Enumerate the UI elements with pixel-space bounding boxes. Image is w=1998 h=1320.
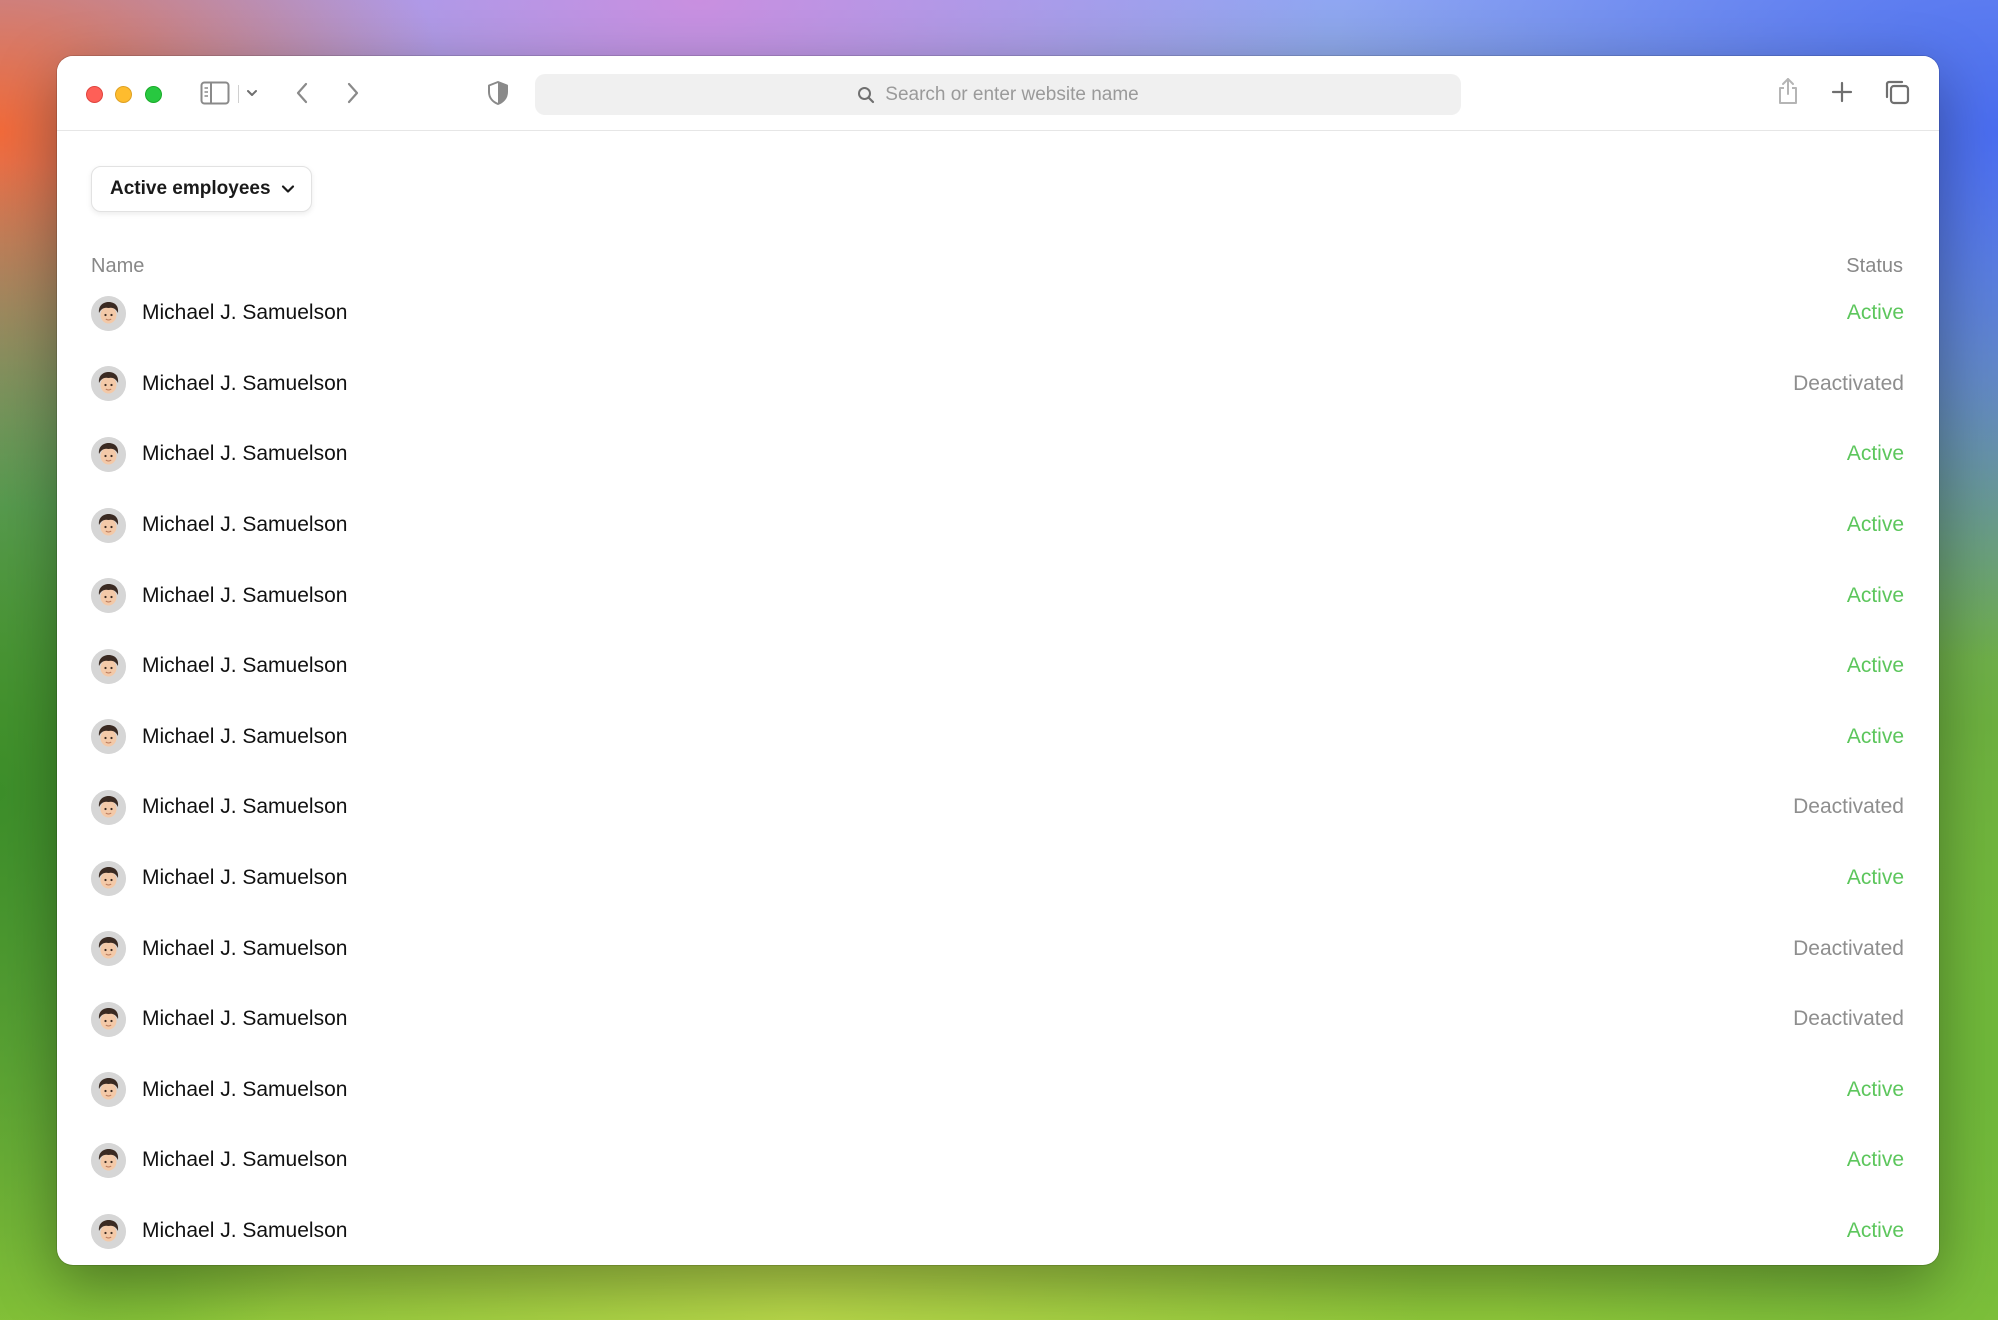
filter-label: Active employees: [110, 178, 271, 199]
avatar: [91, 366, 126, 402]
status-label: Deactivated: [1793, 371, 1904, 395]
avatar: [91, 295, 126, 331]
avatar: [91, 1213, 126, 1249]
tab-overview-button[interactable]: [1883, 78, 1911, 106]
tab-group-menu-button[interactable]: [246, 88, 258, 98]
forward-button[interactable]: [344, 81, 362, 105]
sidebar-toggle-button[interactable]: [200, 81, 230, 105]
chevron-left-icon: [293, 81, 311, 105]
minimize-window-button[interactable]: [115, 86, 132, 103]
employee-name: Michael J. Samuelson: [142, 866, 348, 890]
table-row[interactable]: Michael J. Samuelson Deactivated: [57, 913, 1939, 984]
table-row[interactable]: Michael J. Samuelson Active: [57, 490, 1939, 561]
status-label: Active: [1846, 1219, 1904, 1243]
table-row[interactable]: Michael J. Samuelson Active: [57, 702, 1939, 773]
status-label: Deactivated: [1793, 795, 1904, 819]
avatar: [91, 1072, 126, 1108]
employee-name: Michael J. Samuelson: [142, 654, 348, 678]
employee-name: Michael J. Samuelson: [142, 1219, 348, 1243]
status-label: Active: [1846, 1077, 1904, 1101]
browser-window: Search or enter website name Active empl…: [57, 56, 1939, 1265]
table-row[interactable]: Michael J. Samuelson Deactivated: [57, 984, 1939, 1055]
employee-name: Michael J. Samuelson: [142, 513, 348, 537]
status-label: Active: [1846, 513, 1904, 537]
avatar: [91, 1142, 126, 1178]
avatar: [91, 719, 126, 755]
table-row[interactable]: Michael J. Samuelson Deactivated: [57, 772, 1939, 843]
employee-name: Michael J. Samuelson: [142, 936, 348, 960]
avatar: [91, 1001, 126, 1037]
browser-toolbar: Search or enter website name: [57, 56, 1939, 131]
status-label: Active: [1846, 1148, 1904, 1172]
table-row[interactable]: Michael J. Samuelson Active: [57, 1055, 1939, 1126]
employee-name: Michael J. Samuelson: [142, 1007, 348, 1031]
employee-list: Michael J. Samuelson Active Michael J. Sam…: [57, 278, 1939, 1265]
share-icon: [1776, 76, 1800, 106]
close-window-button[interactable]: [86, 86, 103, 103]
address-bar[interactable]: Search or enter website name: [535, 74, 1461, 115]
table-row[interactable]: Michael J. Samuelson Active: [57, 843, 1939, 914]
table-row[interactable]: Michael J. Samuelson Active: [57, 631, 1939, 702]
status-label: Deactivated: [1793, 936, 1904, 960]
tabs-icon: [1883, 78, 1911, 106]
employee-name: Michael J. Samuelson: [142, 371, 348, 395]
table-row[interactable]: Michael J. Samuelson Active: [57, 1125, 1939, 1196]
toolbar-divider: [238, 85, 239, 103]
back-button[interactable]: [293, 81, 311, 105]
status-label: Active: [1846, 724, 1904, 748]
zoom-window-button[interactable]: [145, 86, 162, 103]
avatar: [91, 578, 126, 614]
status-label: Deactivated: [1793, 1007, 1904, 1031]
employee-name: Michael J. Samuelson: [142, 442, 348, 466]
search-icon: [857, 86, 875, 104]
table-row[interactable]: Michael J. Samuelson Active: [57, 1196, 1939, 1265]
table-row[interactable]: Michael J. Samuelson Active: [57, 278, 1939, 349]
employee-name: Michael J. Samuelson: [142, 795, 348, 819]
employee-name: Michael J. Samuelson: [142, 301, 348, 325]
avatar: [91, 648, 126, 684]
employee-name: Michael J. Samuelson: [142, 1077, 348, 1101]
chevron-down-icon: [281, 184, 295, 194]
avatar: [91, 436, 126, 472]
chevron-right-icon: [344, 81, 362, 105]
column-header-status[interactable]: Status: [1846, 255, 1903, 278]
page-content: Active employees Name Status Michael J. …: [57, 131, 1939, 1265]
employee-name: Michael J. Samuelson: [142, 724, 348, 748]
share-button[interactable]: [1776, 76, 1800, 106]
address-placeholder: Search or enter website name: [885, 83, 1139, 105]
avatar: [91, 789, 126, 825]
status-label: Active: [1846, 583, 1904, 607]
status-label: Active: [1846, 301, 1904, 325]
employee-name: Michael J. Samuelson: [142, 1148, 348, 1172]
status-label: Active: [1846, 442, 1904, 466]
avatar: [91, 860, 126, 896]
employee-filter-dropdown[interactable]: Active employees: [91, 166, 312, 212]
avatar: [91, 507, 126, 543]
chevron-down-icon: [246, 88, 258, 98]
avatar: [91, 931, 126, 967]
table-row[interactable]: Michael J. Samuelson Deactivated: [57, 349, 1939, 420]
employee-name: Michael J. Samuelson: [142, 583, 348, 607]
shield-icon: [487, 80, 509, 106]
plus-icon: [1830, 80, 1854, 104]
status-label: Active: [1846, 654, 1904, 678]
privacy-report-button[interactable]: [487, 80, 509, 106]
column-header-name[interactable]: Name: [91, 255, 144, 278]
status-label: Active: [1846, 866, 1904, 890]
sidebar-icon: [200, 81, 230, 105]
table-row[interactable]: Michael J. Samuelson Active: [57, 419, 1939, 490]
table-row[interactable]: Michael J. Samuelson Active: [57, 560, 1939, 631]
new-tab-button[interactable]: [1830, 80, 1854, 104]
